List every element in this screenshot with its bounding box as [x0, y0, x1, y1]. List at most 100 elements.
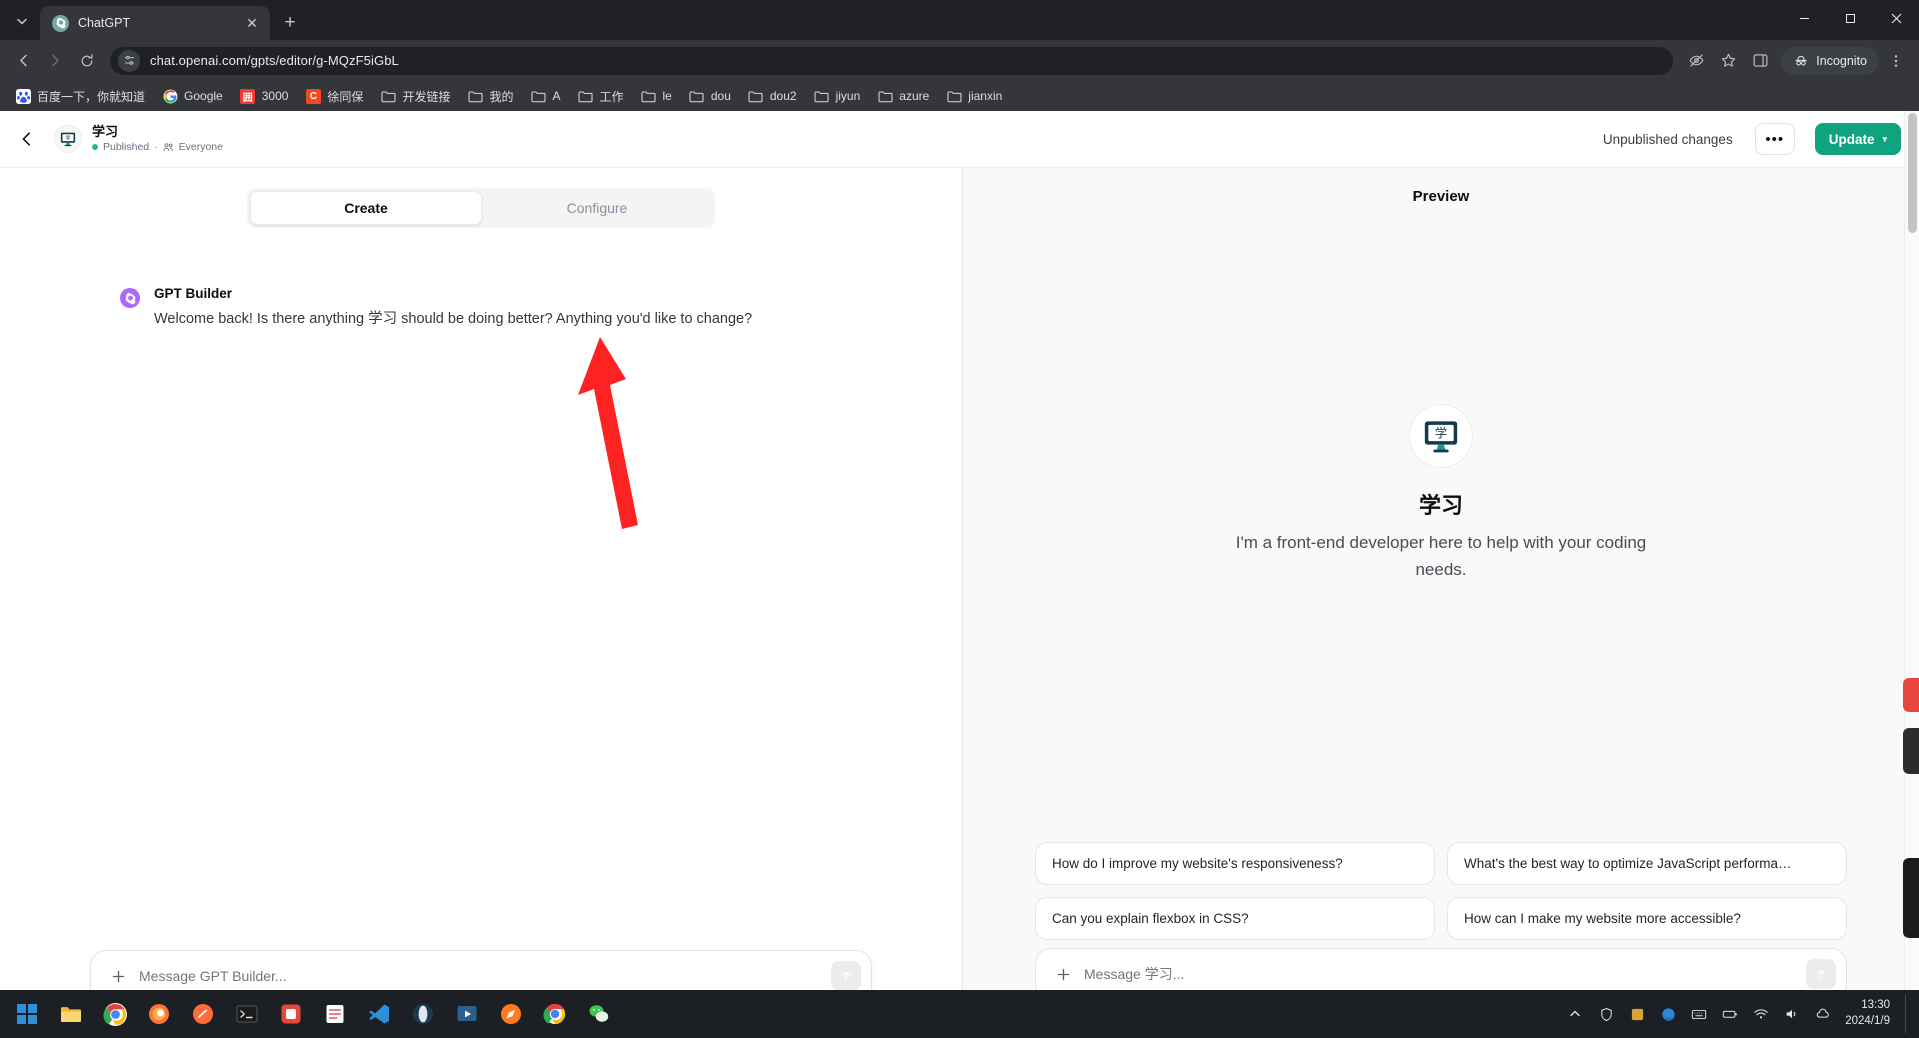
file-explorer[interactable] — [52, 995, 90, 1033]
back-icon[interactable] — [8, 46, 38, 76]
bookmark-folder[interactable]: A — [523, 85, 567, 107]
starter-chip[interactable]: How do I improve my website's responsive… — [1035, 842, 1435, 885]
starter-chip[interactable]: Can you explain flexbox in CSS? — [1035, 897, 1435, 940]
editor-panes: Create Configure GPT Builder Welcome bac… — [0, 167, 1919, 990]
scrollbar-thumb[interactable] — [1908, 113, 1917, 233]
postman[interactable] — [184, 995, 222, 1033]
compass[interactable] — [492, 995, 530, 1033]
preview-composer-input[interactable] — [1084, 966, 1796, 982]
app-tray-icon[interactable] — [1626, 1003, 1648, 1025]
bookmark-item[interactable]: C 徐同保 — [298, 85, 370, 108]
firefox[interactable] — [140, 995, 178, 1033]
forward-icon[interactable] — [40, 46, 70, 76]
bookmark-label: 3000 — [262, 89, 289, 103]
windows-taskbar: 13:30 2024/1/9 — [0, 990, 1919, 1038]
bookmark-label: Google — [184, 89, 223, 103]
bookmark-label: jiyun — [836, 89, 861, 103]
edge-widget-top[interactable] — [1903, 678, 1919, 712]
new-tab-button[interactable]: + — [276, 8, 304, 36]
send-arrow-icon[interactable] — [1806, 959, 1836, 989]
send-arrow-icon[interactable] — [831, 961, 861, 990]
close-icon[interactable]: ✕ — [242, 13, 262, 33]
bookmark-folder[interactable]: dou — [682, 85, 738, 107]
browser-tab[interactable]: ChatGPT ✕ — [40, 6, 270, 40]
bookmark-folder[interactable]: jianxin — [939, 85, 1009, 107]
preview-composer[interactable] — [1035, 948, 1847, 990]
preview-gpt-description: I'm a front-end developer here to help w… — [1226, 530, 1656, 583]
keyboard-icon[interactable] — [1688, 1003, 1710, 1025]
wechat[interactable] — [580, 995, 618, 1033]
preview-composer-wrapper — [963, 948, 1919, 990]
chevron-left-icon[interactable] — [10, 122, 44, 156]
edge-icon[interactable] — [1657, 1003, 1679, 1025]
starter-chip[interactable]: What's the best way to optimize JavaScri… — [1447, 842, 1847, 885]
tab-create[interactable]: Create — [250, 191, 482, 225]
folder-icon — [814, 88, 830, 104]
plus-icon[interactable] — [107, 965, 129, 987]
shield-icon[interactable] — [1595, 1003, 1617, 1025]
editor-tabs-wrapper: Create Configure — [0, 168, 962, 228]
builder-composer-input[interactable] — [139, 968, 821, 984]
builder-text: Welcome back! Is there anything 学习 shoul… — [154, 308, 752, 332]
bookmark-folder[interactable]: dou2 — [741, 85, 804, 107]
side-panel-icon[interactable] — [1745, 46, 1775, 76]
bookmark-folder[interactable]: azure — [870, 85, 936, 107]
status-dot-icon — [92, 144, 98, 150]
app-orange[interactable] — [272, 995, 310, 1033]
chevron-down-icon[interactable]: ▾ — [1882, 134, 1887, 145]
tab-configure[interactable]: Configure — [482, 191, 712, 225]
incognito-indicator[interactable]: Incognito — [1781, 47, 1879, 75]
bookmark-folder[interactable]: jiyun — [807, 85, 868, 107]
bookmark-folder[interactable]: le — [634, 85, 679, 107]
builder-composer[interactable] — [90, 950, 872, 990]
bookmark-label: le — [663, 89, 672, 103]
volume-icon[interactable] — [1781, 1003, 1803, 1025]
gpt-meta: 学习 Published · Everyone — [92, 125, 223, 153]
window-controls — [1781, 0, 1919, 40]
tab-strip: ChatGPT ✕ + — [0, 0, 1919, 40]
maximize-button[interactable] — [1827, 0, 1873, 36]
chrome-canary[interactable] — [536, 995, 574, 1033]
edge-widget-middle[interactable] — [1903, 728, 1919, 774]
opera[interactable] — [404, 995, 442, 1033]
network-icon[interactable] — [1750, 1003, 1772, 1025]
eye-off-icon[interactable] — [1681, 46, 1711, 76]
show-desktop-button[interactable] — [1905, 995, 1911, 1033]
battery-icon[interactable] — [1719, 1003, 1741, 1025]
start-button[interactable] — [8, 995, 46, 1033]
starter-chip[interactable]: How can I make my website more accessibl… — [1447, 897, 1847, 940]
minimize-button[interactable] — [1781, 0, 1827, 36]
browser-toolbar: chat.openai.com/gpts/editor/g-MQzF5iGbL … — [0, 40, 1919, 81]
preview-pane: Preview 学 学习 I'm a front-end developer h… — [963, 168, 1919, 990]
cloud-icon[interactable] — [1812, 1003, 1834, 1025]
folder-icon — [877, 88, 893, 104]
vscode[interactable] — [360, 995, 398, 1033]
chevron-up-icon[interactable] — [1564, 1003, 1586, 1025]
tune-icon[interactable] — [118, 50, 140, 72]
bookmark-folder[interactable]: 开发链接 — [373, 85, 457, 108]
notes[interactable] — [316, 995, 354, 1033]
plus-icon[interactable] — [1052, 963, 1074, 985]
more-vertical-icon[interactable] — [1881, 46, 1911, 76]
taskbar-clock[interactable]: 13:30 2024/1/9 — [1843, 998, 1896, 1029]
star-icon[interactable] — [1713, 46, 1743, 76]
google-chrome[interactable] — [96, 995, 134, 1033]
bookmark-folder[interactable]: 我的 — [460, 85, 520, 108]
people-icon — [163, 142, 174, 153]
terminal[interactable] — [228, 995, 266, 1033]
window-close-button[interactable] — [1873, 0, 1919, 36]
svg-text:学: 学 — [1435, 425, 1447, 440]
bookmark-item[interactable]: 百度一下，你就知道 — [8, 85, 152, 108]
bookmark-folder[interactable]: 工作 — [570, 85, 630, 108]
bookmark-label: 开发链接 — [402, 88, 450, 105]
incognito-icon — [1793, 53, 1809, 69]
tab-search-button[interactable] — [8, 7, 36, 35]
gpt-name: 学习 — [92, 125, 223, 139]
bookmark-item[interactable]: Google — [155, 85, 230, 107]
builder-message-body: GPT Builder Welcome back! Is there anyth… — [154, 286, 752, 332]
edge-widget-bottom[interactable] — [1903, 858, 1919, 938]
address-bar[interactable]: chat.openai.com/gpts/editor/g-MQzF5iGbL — [110, 47, 1673, 75]
bookmark-item[interactable]: 囲 3000 — [233, 85, 296, 107]
media-player[interactable] — [448, 995, 486, 1033]
reload-icon[interactable] — [72, 46, 102, 76]
